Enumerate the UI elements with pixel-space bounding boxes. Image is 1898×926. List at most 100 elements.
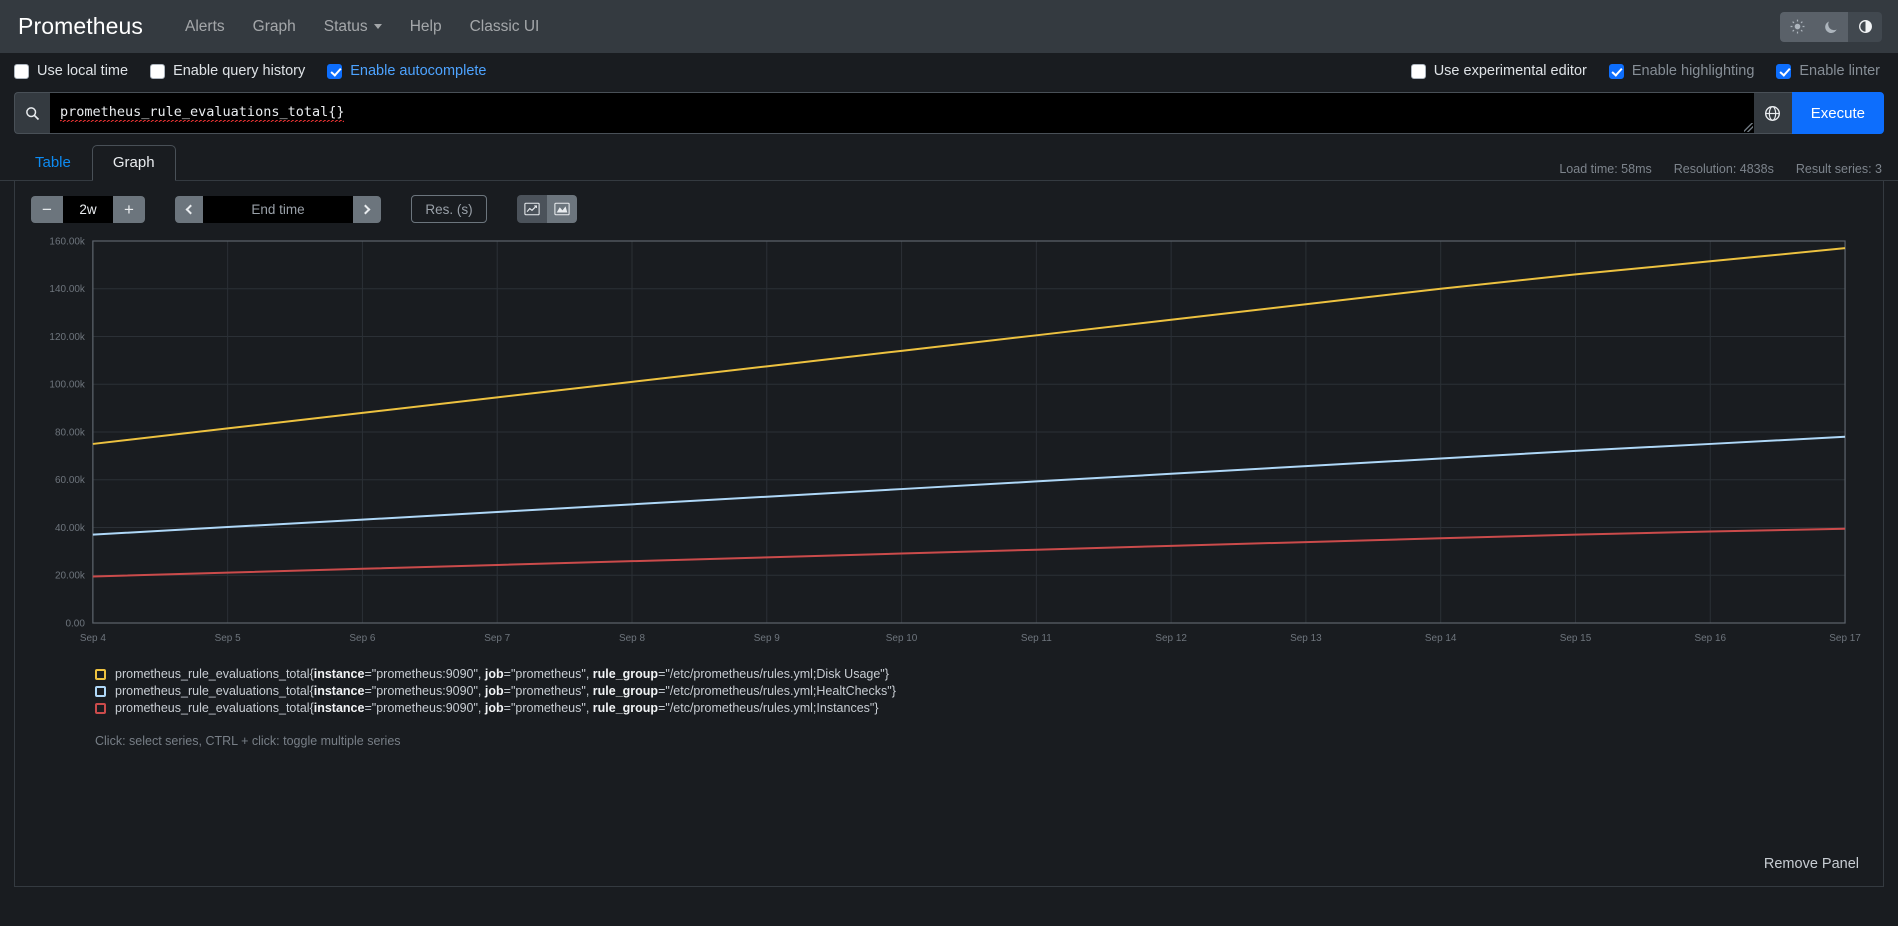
- legend-hint: Click: select series, CTRL + click: togg…: [95, 734, 401, 748]
- query-resize-handle[interactable]: [1743, 123, 1753, 132]
- checkbox-input[interactable]: [14, 63, 29, 79]
- x-tick-label: Sep 17: [1829, 633, 1861, 644]
- brand-logo[interactable]: Prometheus: [18, 13, 143, 40]
- x-tick-label: Sep 10: [886, 633, 918, 644]
- x-tick-label: Sep 4: [80, 633, 106, 644]
- navbar: Prometheus Alerts Graph Status Help Classic …: [0, 0, 1898, 53]
- x-tick-label: Sep 15: [1560, 633, 1592, 644]
- checkbox-label: Use experimental editor: [1433, 63, 1587, 79]
- auto-theme-button[interactable]: [1848, 11, 1882, 42]
- y-tick-label: 140.00k: [49, 284, 84, 295]
- query-meta: Load time: 58ms Resolution: 4838s Result…: [1559, 162, 1882, 176]
- y-tick-label: 0.00: [65, 618, 85, 629]
- y-tick-label: 20.00k: [55, 571, 85, 582]
- x-tick-label: Sep 16: [1694, 633, 1726, 644]
- legend-color-swatch: [95, 702, 106, 714]
- x-tick-label: Sep 13: [1290, 633, 1322, 644]
- y-tick-label: 120.00k: [49, 332, 84, 343]
- checkbox-input[interactable]: [1410, 63, 1426, 79]
- chart-area[interactable]: 0.00 20.00k 40.00k 60.00k 80.00k 100.00k 120.0…: [31, 233, 1867, 653]
- range-input[interactable]: [63, 195, 113, 223]
- legend-item[interactable]: prometheus_rule_evaluations_total{instan…: [95, 701, 1883, 715]
- x-tick-label: Sep 5: [215, 633, 241, 644]
- checkbox-enable-linter[interactable]: Enable linter: [1776, 63, 1880, 79]
- stacked-chart-icon: [554, 202, 570, 216]
- x-tick-label: Sep 9: [754, 633, 780, 644]
- nav-link-label: Help: [409, 17, 442, 35]
- legend-item[interactable]: prometheus_rule_evaluations_total{instan…: [95, 684, 1883, 698]
- next-time-button[interactable]: [353, 195, 381, 223]
- legend-color-swatch: [95, 668, 106, 680]
- light-theme-button[interactable]: [1780, 11, 1814, 42]
- nav-link-help[interactable]: Help: [396, 12, 456, 42]
- globe-icon: [1765, 105, 1781, 121]
- x-tick-label: Sep 7: [484, 633, 510, 644]
- query-text: prometheus_rule_evaluations_total{}: [60, 104, 345, 122]
- chevron-right-icon: [360, 204, 371, 214]
- query-input[interactable]: prometheus_rule_evaluations_total{}: [50, 92, 1754, 134]
- nav-link-status[interactable]: Status: [310, 12, 396, 42]
- graph-controls: − +: [15, 181, 1883, 233]
- remove-panel-button[interactable]: Remove Panel: [1758, 852, 1865, 876]
- checkbox-input[interactable]: [1776, 63, 1792, 79]
- options-bar: Use local time Enable query history Enable…: [0, 53, 1898, 89]
- panel-footer: Remove Panel: [1758, 852, 1883, 886]
- theme-toggle-group: [1780, 11, 1882, 42]
- chart-type-group: [517, 195, 577, 223]
- increase-range-button[interactable]: +: [113, 195, 145, 223]
- resolution-input[interactable]: [411, 195, 487, 223]
- chart-legend: prometheus_rule_evaluations_total{instan…: [15, 653, 1883, 715]
- x-tick-label: Sep 12: [1155, 633, 1187, 644]
- y-tick-label: 80.00k: [55, 427, 85, 438]
- checkbox-enable-autocomplete[interactable]: Enable autocomplete: [327, 63, 487, 79]
- checkbox-input[interactable]: [1608, 63, 1624, 79]
- result-series-count: Result series: 3: [1795, 162, 1882, 176]
- options-left-group: Use local time Enable query history Enable…: [14, 63, 509, 79]
- checkbox-label: Use local time: [37, 63, 129, 79]
- nav-link-graph[interactable]: Graph: [239, 12, 310, 42]
- stacked-chart-button[interactable]: [547, 195, 577, 223]
- end-time-control-group: [175, 195, 381, 223]
- tab-graph[interactable]: Graph: [91, 145, 176, 181]
- load-time: Load time: 58ms: [1559, 162, 1652, 176]
- nav-link-classic-ui[interactable]: Classic UI: [456, 12, 554, 42]
- y-tick-label: 100.00k: [49, 380, 84, 391]
- graph-panel: − +: [14, 181, 1884, 887]
- legend-color-swatch: [95, 685, 106, 697]
- dark-theme-button[interactable]: [1814, 11, 1848, 42]
- series-line: [92, 435, 1846, 536]
- line-chart-icon: [524, 202, 540, 216]
- y-tick-label: 40.00k: [55, 523, 85, 534]
- line-chart-button[interactable]: [517, 195, 547, 223]
- search-button[interactable]: [14, 92, 50, 134]
- legend-item[interactable]: prometheus_rule_evaluations_total{instan…: [95, 667, 1883, 681]
- checkbox-enable-highlighting[interactable]: Enable highlighting: [1608, 63, 1754, 79]
- previous-time-button[interactable]: [175, 195, 203, 223]
- checkbox-input[interactable]: [327, 63, 343, 79]
- legend-label: prometheus_rule_evaluations_total{instan…: [115, 684, 896, 698]
- end-time-input[interactable]: [203, 195, 353, 223]
- execute-button[interactable]: Execute: [1791, 92, 1884, 134]
- search-icon: [26, 106, 40, 120]
- y-tick-label: 60.00k: [55, 475, 85, 486]
- checkbox-label: Enable linter: [1799, 63, 1880, 79]
- y-tick-label: 160.00k: [49, 236, 84, 247]
- resolution-info: Resolution: 4838s: [1673, 162, 1774, 176]
- checkbox-enable-query-history[interactable]: Enable query history: [150, 63, 305, 79]
- chevron-left-icon: [185, 204, 196, 214]
- checkbox-label: Enable autocomplete: [350, 63, 487, 79]
- metric-explorer-button[interactable]: [1753, 92, 1792, 134]
- graph-svg: 0.00 20.00k 40.00k 60.00k 80.00k 100.00k 120.0…: [49, 236, 1861, 644]
- checkbox-input[interactable]: [150, 63, 166, 79]
- x-tick-label: Sep 8: [619, 633, 645, 644]
- x-tick-label: Sep 11: [1021, 633, 1052, 644]
- checkbox-use-local-time[interactable]: Use local time: [14, 63, 128, 79]
- tab-table[interactable]: Table: [14, 145, 92, 181]
- series-line: [92, 247, 1846, 445]
- checkbox-use-experimental-editor[interactable]: Use experimental editor: [1410, 63, 1587, 79]
- legend-label: prometheus_rule_evaluations_total{instan…: [115, 667, 889, 681]
- decrease-range-button[interactable]: −: [31, 195, 63, 223]
- x-tick-label: Sep 6: [349, 633, 375, 644]
- nav-link-alerts[interactable]: Alerts: [171, 12, 239, 42]
- x-tick-label: Sep 14: [1425, 633, 1457, 644]
